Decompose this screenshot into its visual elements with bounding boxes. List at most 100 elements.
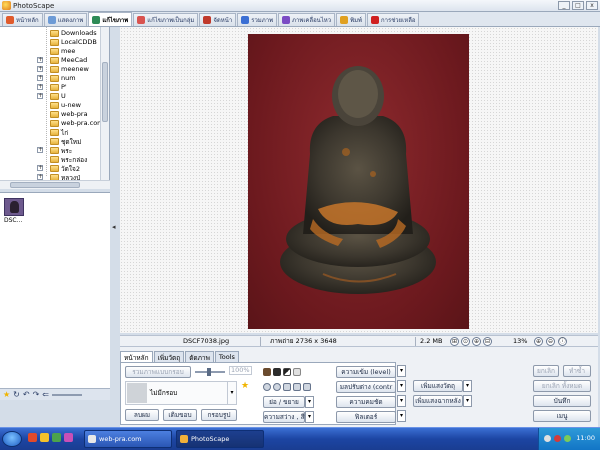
quicklaunch-browser-icon[interactable] [52, 433, 61, 442]
panel-splitter-arrow-icon[interactable]: ◂ [112, 223, 117, 233]
back-icon[interactable]: ⇐ [42, 390, 49, 399]
taskbar-window-button[interactable]: PhotoScape [176, 430, 264, 448]
quicklaunch-media-icon[interactable] [64, 433, 73, 442]
save-button[interactable]: บันทึก [533, 395, 591, 407]
flip-vertical-icon[interactable] [293, 383, 301, 391]
negative-icon[interactable] [283, 368, 291, 376]
tree-item[interactable]: + พระ [0, 146, 100, 155]
tree-expand-icon[interactable]: + [37, 147, 43, 153]
main-tab-3[interactable]: แก้ไขภาพเป็นกลุ่ม [133, 13, 199, 26]
backlight-dropdown-icon[interactable]: ▾ [463, 380, 472, 392]
frame-merge-button[interactable]: รวมภาพแบบกรอบ [125, 366, 191, 378]
tree-item[interactable]: พระกล่อง [0, 155, 100, 164]
background-light-dropdown-icon[interactable]: ▾ [463, 395, 472, 407]
background-light-button[interactable]: เพิ่มแสงฉากหลัง [413, 395, 463, 407]
main-tab-2[interactable]: แก้ไขภาพ [88, 12, 133, 26]
editor-tab[interactable]: เพิ่มวัตถุ [153, 351, 185, 362]
quicklaunch-app-icon[interactable] [28, 433, 37, 442]
tree-expand-icon[interactable]: + [37, 75, 43, 81]
level-dropdown-icon[interactable]: ▾ [397, 365, 406, 377]
straighten-icon[interactable] [303, 383, 311, 391]
brightness-dropdown-icon[interactable]: ▾ [305, 411, 314, 423]
frame-button[interactable]: กรอบรูป [201, 409, 237, 421]
zoom-tool-icon[interactable]: ⊖ [546, 336, 555, 346]
grayscale-icon[interactable] [273, 368, 281, 376]
start-button[interactable] [2, 431, 22, 447]
close-button[interactable]: x [586, 1, 598, 10]
add-border-button[interactable]: เติมขอบ [163, 409, 197, 421]
zoom-tool-icon[interactable]: ⊕ [472, 336, 481, 346]
editor-tab[interactable]: Tools [214, 351, 239, 362]
zoom-tool-icon[interactable]: ⊕ [534, 336, 543, 346]
tree-expand-icon[interactable]: + [37, 84, 43, 90]
main-tab-5[interactable]: รวมภาพ [237, 13, 278, 26]
opacity-slider[interactable] [195, 368, 225, 376]
main-tab-1[interactable]: แสดงภาพ [43, 13, 88, 26]
main-tab-6[interactable]: ภาพเคลื่อนไหว [278, 13, 336, 26]
thumbnail-item[interactable]: DSC... [4, 198, 26, 226]
tree-item[interactable]: + P' [0, 83, 100, 92]
sharpen-dropdown-icon[interactable]: ▾ [397, 395, 406, 407]
maximize-button[interactable]: □ [572, 1, 584, 10]
tree-item[interactable]: web-pra [0, 110, 100, 119]
redo-button[interactable]: ทำซ้ำ [563, 365, 591, 377]
flip-horizontal-icon[interactable] [283, 383, 291, 391]
tree-item[interactable]: ชุดใหม่ [0, 137, 100, 146]
tree-item[interactable]: ไก่ [0, 128, 100, 137]
favorite-star-icon[interactable]: ★ [3, 390, 10, 399]
main-tab-0[interactable]: หน้าหลัก [2, 13, 43, 26]
undo-all-button[interactable]: ยกเลิก ทั้งหมด [533, 380, 591, 392]
zoom-tool-icon[interactable]: ⊟ [483, 336, 492, 346]
rotate-left-icon[interactable] [263, 383, 271, 391]
thumbnail-size-slider[interactable] [51, 393, 82, 396]
contrast-button[interactable]: มลปรับต่าง (contr [336, 381, 396, 393]
tree-expand-icon[interactable]: + [37, 93, 43, 99]
thumbnail-image[interactable] [4, 198, 24, 216]
tree-expand-icon[interactable]: + [37, 57, 43, 63]
main-tab-7[interactable]: พิมพ์ [336, 13, 366, 26]
sepia-icon[interactable] [263, 368, 271, 376]
sharpen-button[interactable]: ความคมชัด [336, 396, 396, 408]
favorite-frame-star-icon[interactable]: ★ [241, 381, 249, 391]
minimize-button[interactable]: _ [558, 1, 570, 10]
tree-vertical-scrollbar[interactable] [100, 27, 109, 180]
remove-button[interactable]: ลบผม [125, 409, 159, 421]
taskbar-window-button[interactable]: web-pra.com [84, 430, 172, 448]
security-icon[interactable] [554, 435, 561, 442]
tree-item[interactable]: mee [0, 47, 100, 56]
network-icon[interactable] [544, 435, 551, 442]
rotate-right-icon[interactable]: ↷ [33, 390, 40, 399]
backlight-button[interactable]: เพิ่มแสงวัตถุ [413, 380, 463, 392]
frame-dropdown-icon[interactable]: ▾ [227, 382, 236, 404]
tree-item[interactable]: + MeeCad [0, 56, 100, 65]
editor-tab[interactable]: หน้าหลัก [120, 351, 153, 362]
level-button[interactable]: ความเข้ม (level) [336, 366, 396, 378]
resize-button[interactable]: ย่อ / ขยาย [263, 396, 305, 408]
undo-button[interactable]: ยกเลิก [533, 365, 559, 377]
rotate-right-icon[interactable] [273, 383, 281, 391]
zoom-tool-icon[interactable]: ⊞ [450, 336, 459, 346]
quicklaunch-folder-icon[interactable] [40, 433, 49, 442]
tree-item[interactable]: + meenew [0, 65, 100, 74]
contrast-dropdown-icon[interactable]: ▾ [397, 380, 406, 392]
tree-item[interactable]: Downloads [0, 29, 100, 38]
resize-dropdown-icon[interactable]: ▾ [305, 396, 314, 408]
tree-item[interactable]: + num [0, 74, 100, 83]
tree-scroll-thumb[interactable] [102, 62, 108, 122]
tree-horizontal-scrollbar[interactable] [0, 180, 110, 189]
tree-hscroll-thumb[interactable] [10, 182, 80, 188]
main-tab-8[interactable]: การช่วยเหลือ [367, 13, 420, 26]
tree-item[interactable]: + U [0, 92, 100, 101]
tree-item[interactable]: u-new [0, 101, 100, 110]
zoom-tool-icon[interactable]: ⊙ [461, 336, 470, 346]
refresh-icon[interactable]: ↻ [13, 390, 20, 399]
menu-button[interactable]: เมนู [533, 410, 591, 422]
rotate-left-icon[interactable]: ↶ [23, 390, 30, 399]
tree-item[interactable]: + วัดใจ2 [0, 164, 100, 173]
filter-dropdown-icon[interactable]: ▾ [397, 410, 406, 422]
bw-icon[interactable] [293, 368, 301, 376]
tree-expand-icon[interactable]: + [37, 66, 43, 72]
main-tab-4[interactable]: จัดหน้า [199, 13, 237, 26]
tree-item[interactable]: + หลวงปู่ [0, 173, 100, 180]
editor-tab[interactable]: ตัดภาพ [185, 351, 214, 362]
